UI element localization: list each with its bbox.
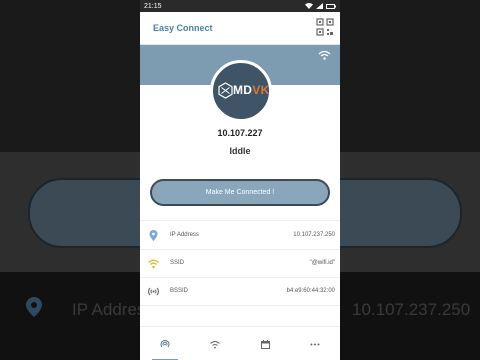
info-row-bssid: BSSID b4:e9:60:44:32:00 bbox=[140, 278, 340, 306]
logo-text: MDVK bbox=[233, 83, 270, 97]
info-value: 10.107.237.250 bbox=[293, 232, 335, 238]
signal-icon bbox=[148, 287, 159, 296]
wifi-icon bbox=[210, 340, 220, 348]
nav-tab-hotspot[interactable] bbox=[140, 327, 190, 360]
app-logo: MDVK bbox=[210, 60, 272, 122]
nav-tab-more[interactable] bbox=[290, 327, 340, 360]
info-label: IP Address bbox=[170, 232, 199, 238]
info-row-ip-address: IP Address 10.107.237.250 bbox=[140, 222, 340, 250]
connection-state: Iddle bbox=[229, 146, 251, 156]
connect-button[interactable]: Make Me Connected ! bbox=[150, 179, 330, 206]
info-value: "@wifi.id" bbox=[309, 260, 335, 266]
phone-screen: 21:15 Easy Connect MDVK 10.107.227 Iddle… bbox=[140, 0, 340, 360]
app-title: Easy Connect bbox=[153, 23, 213, 33]
status-time: 21:15 bbox=[144, 2, 162, 10]
info-row-ssid: SSID "@wifi.id" bbox=[140, 250, 340, 278]
wifi-icon bbox=[148, 259, 159, 269]
app-bar: Easy Connect bbox=[140, 12, 340, 45]
logo-text-md: MD bbox=[233, 83, 253, 97]
nav-tab-calendar[interactable] bbox=[240, 327, 290, 360]
status-signal-icon bbox=[316, 3, 323, 9]
status-wifi-icon bbox=[305, 3, 313, 9]
background-ip-value: 10.107.237.250 bbox=[352, 300, 471, 319]
hotspot-icon bbox=[160, 339, 170, 348]
wifi-icon[interactable] bbox=[318, 50, 331, 60]
logo-hexagon-icon bbox=[218, 82, 233, 99]
calendar-icon bbox=[260, 339, 270, 349]
more-icon bbox=[310, 343, 320, 345]
background-location-pin-icon bbox=[26, 297, 42, 317]
battery-icon bbox=[326, 3, 336, 9]
divider bbox=[140, 220, 340, 221]
bottom-nav bbox=[140, 326, 340, 360]
location-pin-icon bbox=[149, 230, 158, 241]
info-label: BSSID bbox=[170, 288, 189, 294]
current-ip: 10.107.227 bbox=[217, 128, 263, 138]
status-bar: 21:15 bbox=[140, 0, 340, 12]
info-label: SSID bbox=[170, 260, 185, 266]
qr-code-icon[interactable] bbox=[316, 18, 334, 36]
logo-text-vk: VK bbox=[252, 83, 270, 97]
info-value: b4:e9:60:44:32:00 bbox=[286, 288, 335, 294]
nav-tab-wifi[interactable] bbox=[190, 327, 240, 360]
